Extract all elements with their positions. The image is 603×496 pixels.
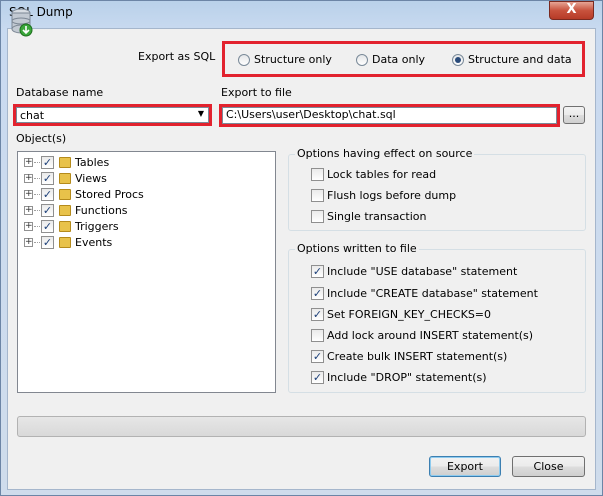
option-flush-logs[interactable]: Flush logs before dump: [311, 189, 456, 202]
tree-checkbox[interactable]: ✓: [41, 172, 54, 185]
folder-icon: [59, 205, 71, 216]
folder-icon: [59, 157, 71, 168]
option-label: Add lock around INSERT statement(s): [327, 329, 534, 342]
close-button[interactable]: Close: [512, 456, 585, 477]
tree-checkbox[interactable]: ✓: [41, 204, 54, 217]
checkbox[interactable]: ✓: [311, 308, 324, 321]
objects-tree[interactable]: + ✓ Tables + ✓ Views + ✓ Stored Procs + …: [17, 151, 276, 393]
expand-icon[interactable]: +: [24, 222, 33, 231]
objects-label: Object(s): [16, 132, 67, 145]
radio-circle: [356, 53, 368, 66]
folder-icon: [59, 221, 71, 232]
checkbox[interactable]: ✓: [311, 265, 324, 278]
tree-checkbox[interactable]: ✓: [41, 236, 54, 249]
checkbox[interactable]: [311, 168, 324, 181]
tree-item-label: Events: [75, 236, 113, 249]
tree-item-label: Tables: [75, 156, 110, 169]
option-bulk-insert[interactable]: ✓ Create bulk INSERT statement(s): [311, 350, 507, 363]
tree-checkbox[interactable]: ✓: [41, 220, 54, 233]
option-label: Include "USE database" statement: [327, 265, 518, 278]
option-label: Include "DROP" statement(s): [327, 371, 487, 384]
expand-icon[interactable]: +: [24, 158, 33, 167]
radio-structure-only[interactable]: Structure only: [238, 53, 332, 66]
tree-checkbox[interactable]: ✓: [41, 156, 54, 169]
export-button[interactable]: Export: [429, 456, 501, 477]
option-include-create-database[interactable]: ✓ Include "CREATE database" statement: [311, 287, 538, 300]
radio-label: Data only: [372, 53, 426, 66]
option-foreign-key-checks[interactable]: ✓ Set FOREIGN_KEY_CHECKS=0: [311, 308, 491, 321]
radio-data-only[interactable]: Data only: [356, 53, 425, 66]
checkbox[interactable]: [311, 189, 324, 202]
tree-item-label: Functions: [75, 204, 128, 217]
option-label: Include "CREATE database" statement: [327, 287, 538, 300]
chevron-down-icon: ▼: [197, 109, 204, 118]
option-single-transaction[interactable]: Single transaction: [311, 210, 426, 223]
file-options-title: Options written to file: [295, 242, 419, 255]
progress-bar: [17, 416, 586, 437]
tree-item-views[interactable]: + ✓ Views: [24, 171, 107, 186]
tree-item-label: Triggers: [75, 220, 119, 233]
option-lock-tables[interactable]: Lock tables for read: [311, 168, 436, 181]
checkbox[interactable]: ✓: [311, 371, 324, 384]
database-name-label: Database name: [16, 86, 104, 99]
browse-button[interactable]: ...: [563, 106, 585, 124]
folder-icon: [59, 189, 71, 200]
tree-item-stored-procs[interactable]: + ✓ Stored Procs: [24, 187, 144, 202]
file-options-group: Options written to file ✓ Include "USE d…: [288, 242, 586, 393]
option-include-drop[interactable]: ✓ Include "DROP" statement(s): [311, 371, 487, 384]
option-label: Set FOREIGN_KEY_CHECKS=0: [327, 308, 492, 321]
radio-label: Structure and data: [468, 53, 572, 66]
source-options-title: Options having effect on source: [295, 147, 475, 160]
radio-structure-and-data[interactable]: Structure and data: [452, 53, 572, 66]
option-include-use-database[interactable]: ✓ Include "USE database" statement: [311, 265, 517, 278]
radio-circle: [452, 53, 464, 66]
option-label: Flush logs before dump: [327, 189, 457, 202]
tree-item-triggers[interactable]: + ✓ Triggers: [24, 219, 119, 234]
expand-icon[interactable]: +: [24, 206, 33, 215]
folder-icon: [59, 237, 71, 248]
radio-label: Structure only: [254, 53, 332, 66]
tree-item-events[interactable]: + ✓ Events: [24, 235, 112, 250]
database-export-icon: [11, 8, 33, 37]
option-label: Lock tables for read: [327, 168, 437, 181]
folder-icon: [59, 173, 71, 184]
export-as-sql-label: Export as SQL: [138, 50, 216, 63]
checkbox[interactable]: [311, 210, 324, 223]
tree-checkbox[interactable]: ✓: [41, 188, 54, 201]
tree-item-label: Stored Procs: [75, 188, 144, 201]
checkbox[interactable]: ✓: [311, 287, 324, 300]
option-label: Single transaction: [327, 210, 427, 223]
radio-circle: [238, 53, 250, 66]
tree-item-label: Views: [75, 172, 107, 185]
database-select[interactable]: chat ▼: [16, 107, 209, 123]
export-to-file-label: Export to file: [221, 86, 292, 99]
expand-icon[interactable]: +: [24, 238, 33, 247]
checkbox[interactable]: [311, 329, 324, 342]
option-label: Create bulk INSERT statement(s): [327, 350, 508, 363]
tree-item-functions[interactable]: + ✓ Functions: [24, 203, 128, 218]
database-select-value: chat: [20, 109, 45, 122]
tree-item-tables[interactable]: + ✓ Tables: [24, 155, 109, 170]
source-options-group: Options having effect on source Lock tab…: [288, 147, 586, 231]
export-file-path-input[interactable]: C:\Users\user\Desktop\chat.sql: [222, 107, 557, 124]
expand-icon[interactable]: +: [24, 190, 33, 199]
window-close-button[interactable]: X: [549, 1, 594, 20]
expand-icon[interactable]: +: [24, 174, 33, 183]
option-lock-around-insert[interactable]: Add lock around INSERT statement(s): [311, 329, 533, 342]
checkbox[interactable]: ✓: [311, 350, 324, 363]
